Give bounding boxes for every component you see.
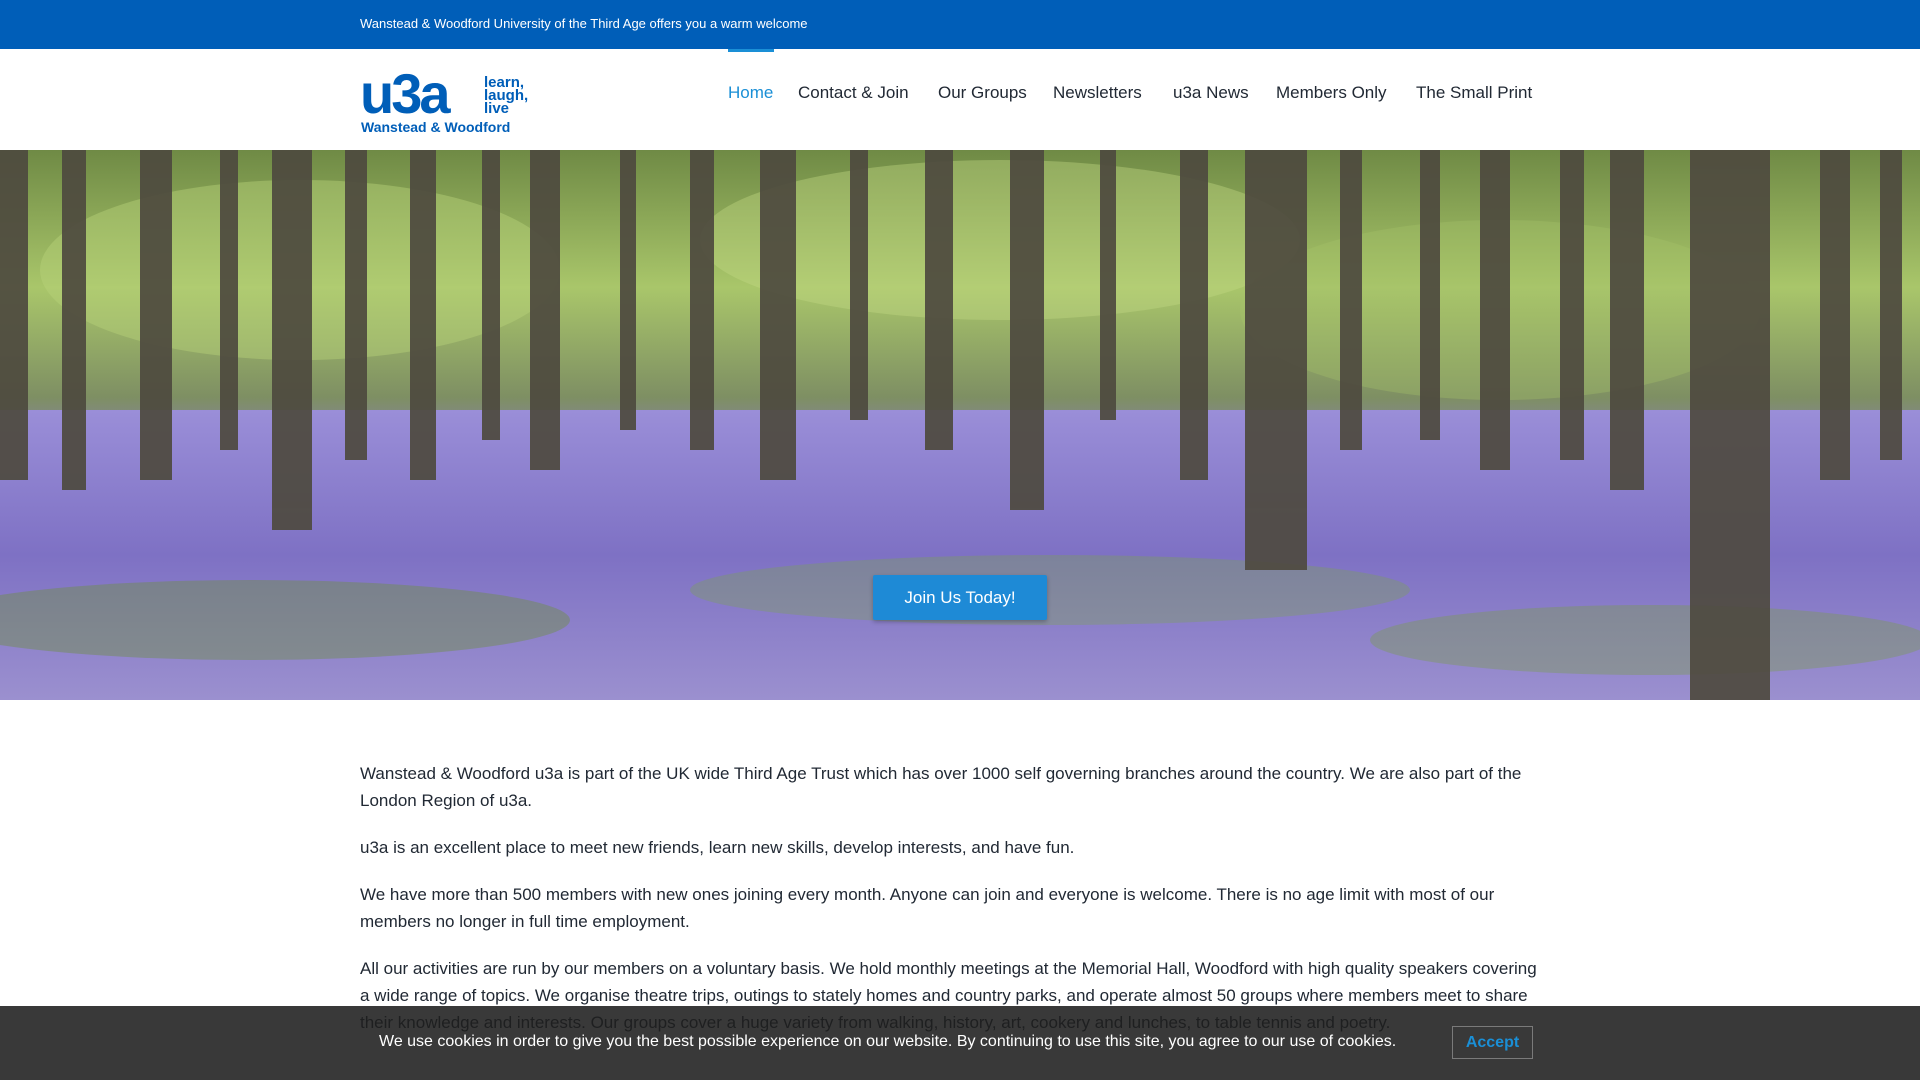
nav-item-small-print[interactable]: The Small Print — [1416, 83, 1532, 103]
nav-item-members-only[interactable]: Members Only — [1276, 83, 1387, 103]
nav-item-newsletters[interactable]: Newsletters — [1053, 83, 1142, 103]
top-bar: Wanstead & Woodford University of the Th… — [0, 0, 1920, 49]
nav-item-contact-join[interactable]: Contact & Join — [798, 83, 909, 103]
intro-paragraph-2: u3a is an excellent place to meet new fr… — [360, 838, 1075, 857]
cookie-message: We use cookies in order to give you the … — [379, 1033, 1397, 1050]
intro-paragraph-1: Wanstead & Woodford u3a is part of the U… — [360, 764, 1522, 810]
join-us-button[interactable]: Join Us Today! — [873, 575, 1047, 620]
site-header: u3a learn, laugh, live Wanstead & Woodfo… — [0, 49, 1920, 150]
intro-paragraph-3: We have more than 500 members with new o… — [360, 885, 1495, 931]
nav-item-our-groups[interactable]: Our Groups — [938, 83, 1027, 103]
welcome-message: Wanstead & Woodford University of the Th… — [360, 16, 808, 31]
cookie-accept-button[interactable]: Accept — [1452, 1026, 1533, 1059]
main-nav: Home Contact & Join Our Groups Newslette… — [0, 49, 1920, 150]
cookie-banner: We use cookies in order to give you the … — [0, 1006, 1920, 1080]
nav-item-u3a-news[interactable]: u3a News — [1173, 83, 1249, 103]
hero-banner: Join Us Today! — [0, 150, 1920, 700]
nav-active-indicator — [728, 49, 774, 52]
nav-item-home[interactable]: Home — [728, 83, 773, 103]
